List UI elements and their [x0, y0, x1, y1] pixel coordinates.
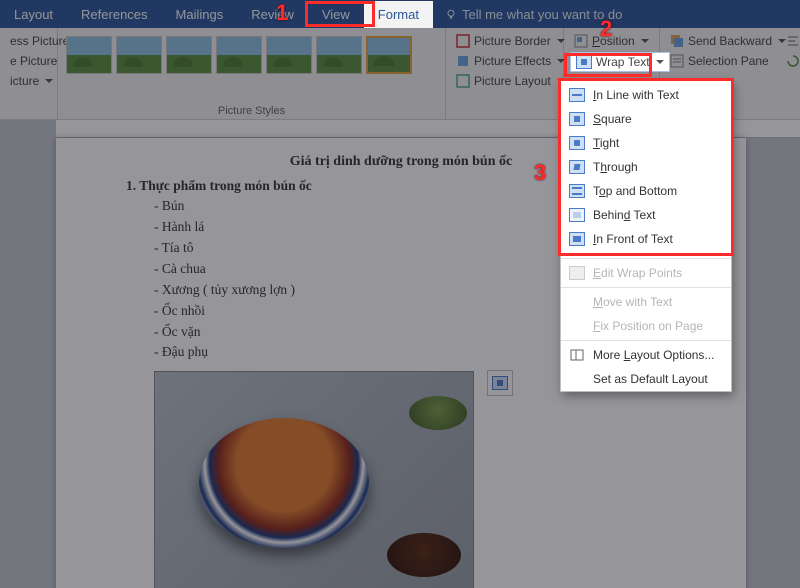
selection-pane-icon	[670, 54, 684, 68]
mi-tight[interactable]: Tight	[561, 131, 731, 155]
style-thumb[interactable]	[116, 36, 162, 74]
wrap-behind-icon	[569, 208, 585, 222]
picture-styles-label: Picture Styles	[64, 103, 439, 117]
mi-set-as-default[interactable]: Set as Default Layout	[561, 367, 731, 391]
mi-in-front-of-text[interactable]: In Front of Text	[561, 227, 731, 251]
annotation-box-2	[564, 53, 652, 77]
wrap-topbottom-icon	[569, 184, 585, 198]
wrap-square-icon	[569, 112, 585, 126]
style-thumb[interactable]	[66, 36, 112, 74]
border-icon	[456, 34, 470, 48]
mi-behind-text[interactable]: Behind Text	[561, 203, 731, 227]
position-button[interactable]: Position	[570, 32, 670, 50]
selection-pane-button[interactable]: Selection Pane	[666, 52, 790, 70]
wrap-through-icon	[569, 160, 585, 174]
inserted-picture[interactable]	[154, 371, 474, 588]
wrap-text-dropdown: In Line with Text Square Tight Through T…	[560, 80, 732, 392]
mi-edit-wrap-points: Edit Wrap Points	[561, 261, 731, 285]
more-layout-icon	[570, 348, 584, 362]
style-thumb[interactable]	[266, 36, 312, 74]
wrap-tight-icon	[569, 136, 585, 150]
annotation-box-1	[305, 1, 375, 27]
send-backward-button[interactable]: Send Backward	[666, 32, 790, 50]
picture-effects-button[interactable]: Picture Effects	[452, 52, 569, 70]
style-thumb[interactable]	[316, 36, 362, 74]
layout-icon	[456, 74, 470, 88]
picture-layout-button[interactable]: Picture Layout	[452, 72, 569, 90]
rotate-icon	[786, 54, 800, 68]
ribbon-tabbar: Layout References Mailings Review View F…	[0, 0, 800, 28]
mi-inline-with-text[interactable]: In Line with Text	[561, 83, 731, 107]
tell-me-label: Tell me what you want to do	[462, 7, 622, 22]
wrap-inline-icon	[569, 88, 585, 102]
style-thumb-selected[interactable]	[366, 36, 412, 74]
wrap-text-icon	[492, 376, 508, 390]
picture-styles-gallery[interactable]	[64, 32, 414, 78]
layout-options-badge[interactable]	[487, 370, 513, 396]
style-thumb[interactable]	[216, 36, 262, 74]
lightbulb-icon	[445, 8, 457, 20]
mi-through[interactable]: Through	[561, 155, 731, 179]
mi-fix-position: Fix Position on Page	[561, 314, 731, 338]
position-icon	[574, 34, 588, 48]
mi-top-bottom[interactable]: Top and Bottom	[561, 179, 731, 203]
send-backward-icon	[670, 34, 684, 48]
mi-more-layout-options[interactable]: More Layout Options...	[561, 343, 731, 367]
style-thumb[interactable]	[166, 36, 212, 74]
mi-move-with-text: Move with Text	[561, 290, 731, 314]
mi-square[interactable]: Square	[561, 107, 731, 131]
annotation-2: 2	[600, 16, 612, 42]
tab-mailings[interactable]: Mailings	[162, 1, 238, 28]
edit-wrap-points-icon	[569, 266, 585, 280]
tab-review[interactable]: Review	[237, 1, 308, 28]
tab-references[interactable]: References	[67, 1, 161, 28]
tab-layout[interactable]: Layout	[0, 1, 67, 28]
annotation-3: 3	[534, 160, 546, 186]
wrap-front-icon	[569, 232, 585, 246]
effects-icon	[456, 54, 470, 68]
annotation-1: 1	[276, 0, 288, 26]
align-icon	[786, 34, 800, 48]
picture-border-button[interactable]: Picture Border	[452, 32, 569, 50]
rotate-button[interactable]	[782, 52, 800, 70]
